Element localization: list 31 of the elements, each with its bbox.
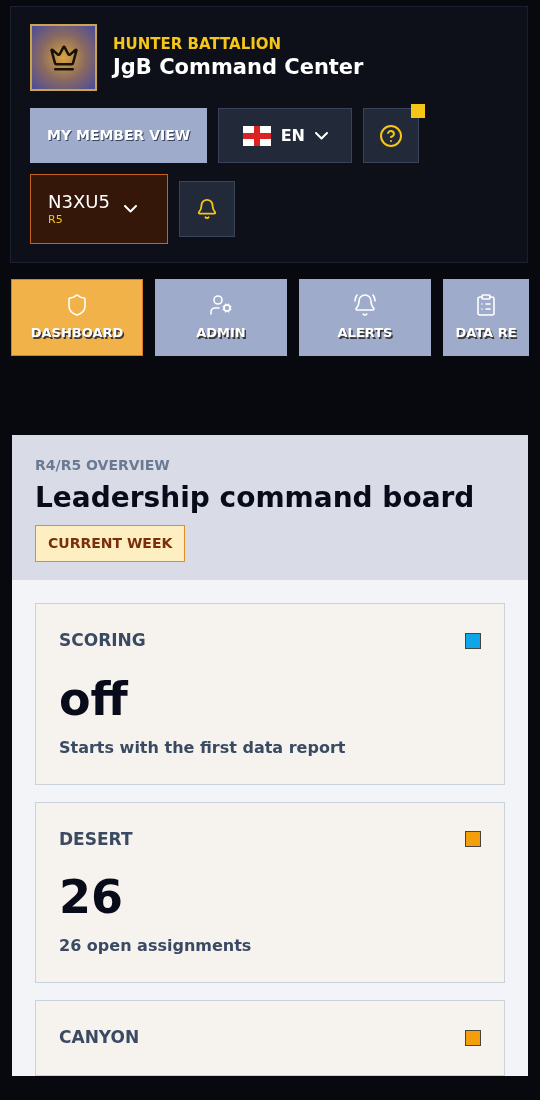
flag-icon xyxy=(242,125,271,146)
clipboard-icon xyxy=(474,292,498,317)
overview-eyebrow: R4/R5 OVERVIEW xyxy=(35,456,171,475)
chevron-icon xyxy=(314,131,328,140)
user-menu[interactable]: N3XU5 R5 xyxy=(30,174,168,244)
stat-label: DESERT xyxy=(59,827,133,851)
stat-value: off xyxy=(59,675,130,722)
chevron-icon xyxy=(123,205,137,213)
member-view-button[interactable]: MY MEMBER VIEW xyxy=(30,108,208,163)
nav-tab[interactable]: DASHBOARD xyxy=(11,279,143,356)
help-button[interactable] xyxy=(363,108,420,163)
stat-note: Starts with the first data report xyxy=(59,736,347,759)
nav-tab[interactable]: DATA RE xyxy=(443,279,529,356)
stat-label: SCORING xyxy=(59,629,146,652)
help-icon xyxy=(379,123,404,148)
week-badge: CURRENT WEEK xyxy=(35,525,186,562)
nav-tab[interactable]: ADMIN xyxy=(155,279,287,356)
crown-logo-icon xyxy=(30,24,97,91)
shield-icon xyxy=(65,292,89,317)
app-title: JgB Command Center xyxy=(113,53,364,80)
battalion-name: HUNTER BATTALION xyxy=(113,35,283,54)
stat-value: 26 xyxy=(59,874,124,920)
bell-icon xyxy=(196,198,218,220)
user-gear-icon xyxy=(209,292,233,317)
bell-icon xyxy=(353,292,377,317)
nav-tab[interactable]: ALERTS xyxy=(299,279,431,356)
stat-label: CANYON xyxy=(59,1026,140,1049)
stat-note: 26 open assignments xyxy=(59,935,253,957)
language-select[interactable]: EN xyxy=(218,108,353,163)
board-title: Leadership command board xyxy=(35,480,476,515)
notifications-button[interactable] xyxy=(179,181,235,237)
